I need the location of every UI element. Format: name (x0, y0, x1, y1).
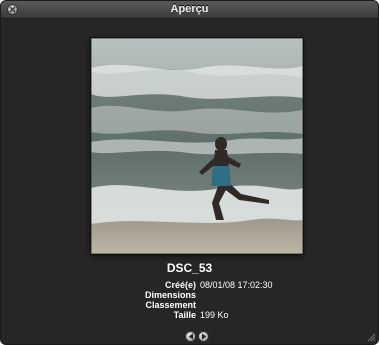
meta-row-created: Créé(e) 08/01/08 17:02:30 (1, 280, 378, 290)
next-arrow-icon (202, 333, 207, 340)
resize-grip-icon[interactable] (366, 332, 376, 342)
meta-label: Taille (173, 310, 196, 320)
meta-row-dimensions: Dimensions (1, 290, 378, 300)
window-title: Aperçu (170, 3, 209, 15)
previous-button[interactable] (185, 331, 196, 342)
meta-value: 08/01/08 17:02:30 (200, 280, 273, 290)
preview-window: Aperçu DSC_53 Créé(e) 08/01/08 17:02:30 … (0, 0, 379, 345)
photo-preview[interactable] (91, 38, 303, 254)
title-bar[interactable]: Aperçu (1, 1, 378, 19)
navigation-controls (185, 331, 209, 342)
previous-arrow-icon (188, 333, 193, 340)
metadata-table: Créé(e) 08/01/08 17:02:30 Dimensions Cla… (1, 280, 378, 320)
meta-row-size: Taille 199 Ko (1, 310, 378, 320)
meta-label: Dimensions (144, 290, 196, 300)
beach-photo (91, 38, 303, 254)
meta-label: Classement (145, 300, 196, 310)
next-button[interactable] (198, 331, 209, 342)
meta-value: 199 Ko (200, 310, 229, 320)
file-name: DSC_53 (166, 261, 213, 275)
meta-label: Créé(e) (164, 280, 196, 290)
meta-row-rating: Classement (1, 300, 378, 310)
